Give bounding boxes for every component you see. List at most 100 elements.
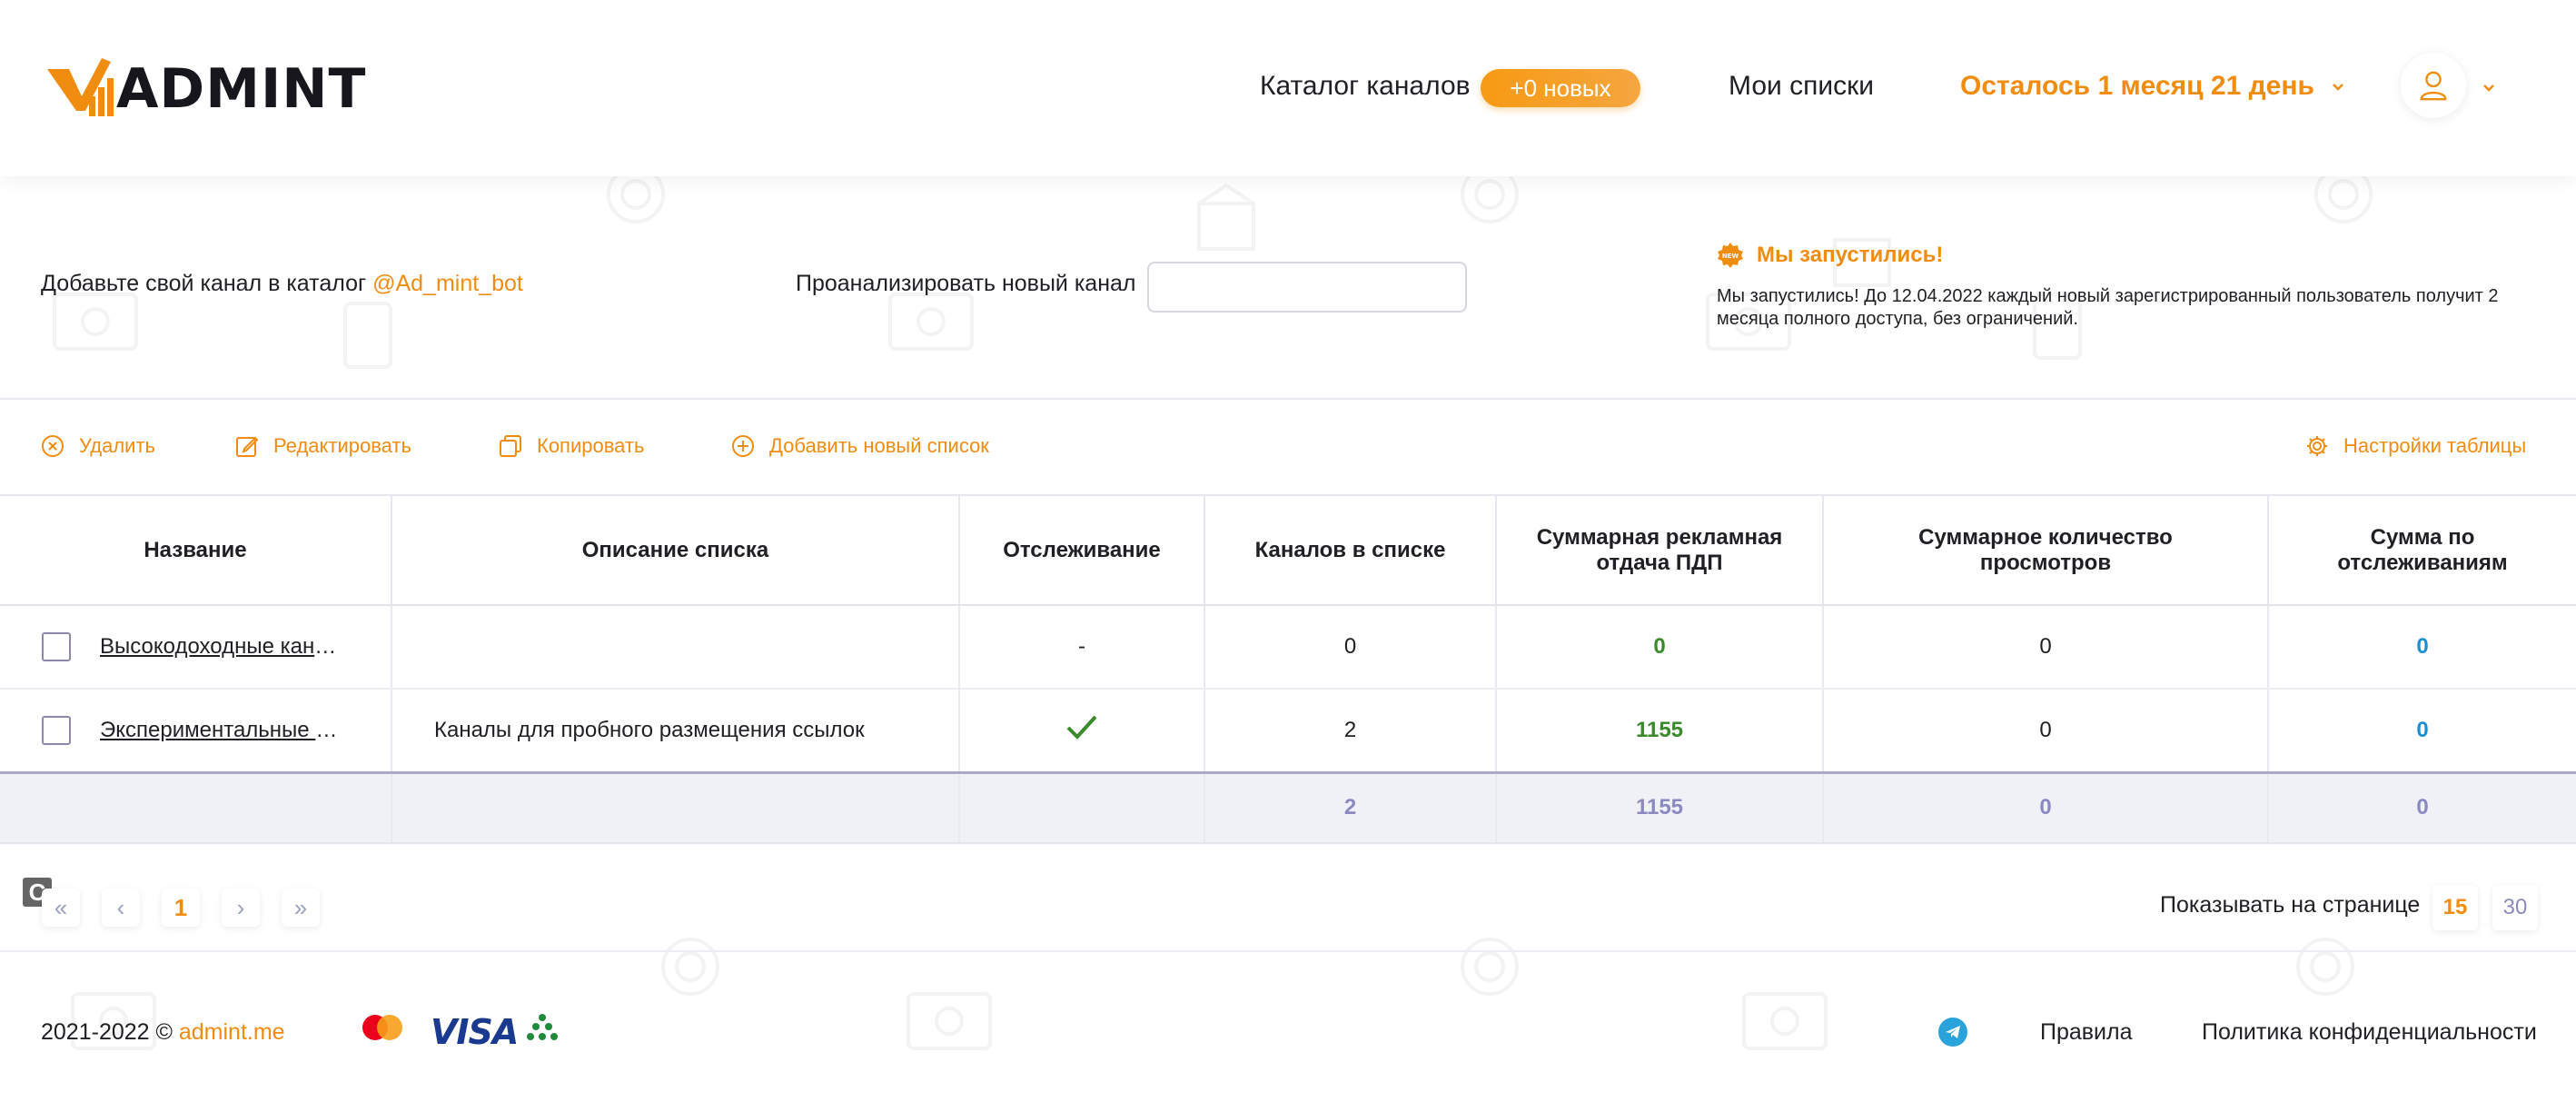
list-name-cell: Экспериментальные каналы [0,689,392,773]
tracking-sum-cell: 0 [2268,689,2576,773]
totals-views-cell: 0 [1823,770,2269,844]
totals-row: 2 1155 0 0 [0,770,2576,844]
footer: 2021-2022 © admint.me VISA Правила Полит… [0,952,2576,1112]
column-header-name[interactable]: Название [0,496,392,606]
ad-return-cell: 0 [1496,605,1824,690]
next-page-button[interactable]: › [222,889,260,927]
admint-logo[interactable]: ADMINT [42,53,366,125]
check-icon [1066,715,1097,740]
edit-button[interactable]: Редактировать [235,434,411,458]
copy-button-label: Копировать [537,434,645,457]
site-link[interactable]: admint.me [179,1019,285,1045]
copy-icon [500,435,521,457]
per-page-label: Показывать на странице [2160,892,2421,918]
subscription-dropdown[interactable]: Осталось 1 месяц 21 день [1960,71,2345,102]
per-page-option-30[interactable]: 30 [2492,885,2538,930]
new-channels-badge[interactable]: +0 новых [1481,69,1640,107]
row-checkbox[interactable] [42,715,71,745]
list-name-link[interactable]: Высокодоходные каналы [100,634,345,660]
table-row: Высокодоходные каналы - 0 0 0 0 [0,605,2576,690]
top-header: ADMINT Каталог каналов +0 новых Мои спис… [0,0,2576,176]
column-header-views[interactable]: Суммарное количество просмотров [1823,496,2269,606]
table-header-row: Название Описание списка Отслеживание Ка… [0,496,2576,606]
lists-toolbar: Удалить Редактировать Копировать Добавит… [0,400,2576,496]
add-list-button[interactable]: Добавить новый список [731,434,989,458]
info-bar: Добавьте свой канал в каталог @Ad_mint_b… [0,176,2576,400]
mastercard-logo [359,1012,406,1043]
totals-tracking-sum-cell: 0 [2268,770,2576,844]
news-title: NEW Мы запустились! [1717,242,1943,269]
plus-circle-icon [732,435,754,457]
news-title-text: Мы запустились! [1757,243,1944,267]
delete-button-label: Удалить [79,434,155,457]
channels-count-cell: 2 [1204,689,1497,773]
column-header-description[interactable]: Описание списка [391,496,960,606]
telegram-icon [1946,1026,1960,1038]
column-header-channels[interactable]: Каналов в списке [1204,496,1497,606]
list-name-link[interactable]: Экспериментальные каналы [100,718,345,743]
nav-catalog-link[interactable]: Каталог каналов [1260,71,1471,102]
delete-button[interactable]: Удалить [41,434,155,458]
tracking-cell: - [959,605,1205,690]
close-circle-icon [42,435,64,457]
visa-text: VISA [431,1012,519,1052]
list-description-cell: Каналы для пробного размещения ссылок [391,689,960,773]
totals-ad-return-cell: 1155 [1496,770,1824,844]
table-settings-button[interactable]: Настройки таблицы [2305,434,2526,458]
logo-text: ADMINT [116,57,367,121]
last-page-button[interactable]: » [282,889,320,927]
column-header-tracking-sum[interactable]: Сумма по отслеживаниям [2268,496,2576,606]
tracking-cell [959,689,1205,773]
copy-button[interactable]: Копировать [499,434,644,458]
privacy-policy-link[interactable]: Политика конфиденциальности [2202,1019,2537,1046]
rules-link[interactable]: Правила [2040,1019,2133,1046]
column-header-tracking[interactable]: Отслеживание [959,496,1205,606]
telegram-link[interactable] [1938,1018,1967,1047]
pagination-bar: C « ‹ 1 › » Показывать на странице 15 30 [0,852,2576,952]
row-checkbox[interactable] [42,632,71,661]
sberpay-logo [527,1012,558,1043]
svg-text:NEW: NEW [1722,253,1739,260]
user-menu-chevron-down-icon[interactable] [2482,80,2496,94]
page-number-button[interactable]: 1 [162,889,200,927]
totals-channels-cell: 2 [1204,770,1497,844]
list-description-cell [391,605,960,690]
views-cell: 0 [1823,605,2269,690]
logo-mark-icon [47,58,114,116]
lists-table: Название Описание списка Отслеживание Ка… [0,496,2576,844]
visa-logo: VISA [431,1012,519,1052]
edit-icon [236,436,259,457]
add-channel-note: Добавьте свой канал в каталог @Ad_mint_b… [41,271,523,297]
table-settings-label: Настройки таблицы [2343,434,2527,457]
chevron-down-icon [2333,84,2343,91]
mastercard-icon [362,1015,402,1040]
user-icon [2420,71,2447,101]
table-row: Экспериментальные каналы Каналы для проб… [0,689,2576,773]
tracking-sum-cell: 0 [2268,605,2576,690]
analyze-channel-input[interactable] [1147,262,1467,313]
payment-dots-icon [527,1014,558,1040]
channels-count-cell: 0 [1204,605,1497,690]
prev-page-button[interactable]: ‹ [102,889,140,927]
copyright-text: 2021-2022 © [41,1019,173,1045]
first-page-button[interactable]: « [42,889,80,927]
views-cell: 0 [1823,689,2269,773]
nav-my-lists-link[interactable]: Мои списки [1729,71,1874,102]
copyright: 2021-2022 © admint.me [41,1019,285,1046]
totals-empty-cell [959,770,1205,844]
analyze-channel-label: Проанализировать новый канал [796,271,1136,296]
add-channel-text: Добавьте свой канал в каталог [41,271,367,296]
add-list-button-label: Добавить новый список [769,434,989,457]
subscription-remaining-text: Осталось 1 месяц 21 день [1960,71,2314,101]
gear-icon [2307,436,2327,456]
list-name-cell: Высокодоходные каналы [0,605,392,690]
user-avatar-button[interactable] [2401,53,2466,118]
bot-link[interactable]: @Ad_mint_bot [372,271,523,296]
totals-empty-cell [0,770,392,844]
totals-empty-cell [391,770,960,844]
per-page-option-15[interactable]: 15 [2432,885,2478,930]
ad-return-cell: 1155 [1496,689,1824,773]
news-text: Мы запустились! До 12.04.2022 каждый нов… [1717,286,2499,329]
new-badge-icon: NEW [1718,243,1743,268]
column-header-ad-return[interactable]: Суммарная рекламная отдача ПДП [1496,496,1824,606]
